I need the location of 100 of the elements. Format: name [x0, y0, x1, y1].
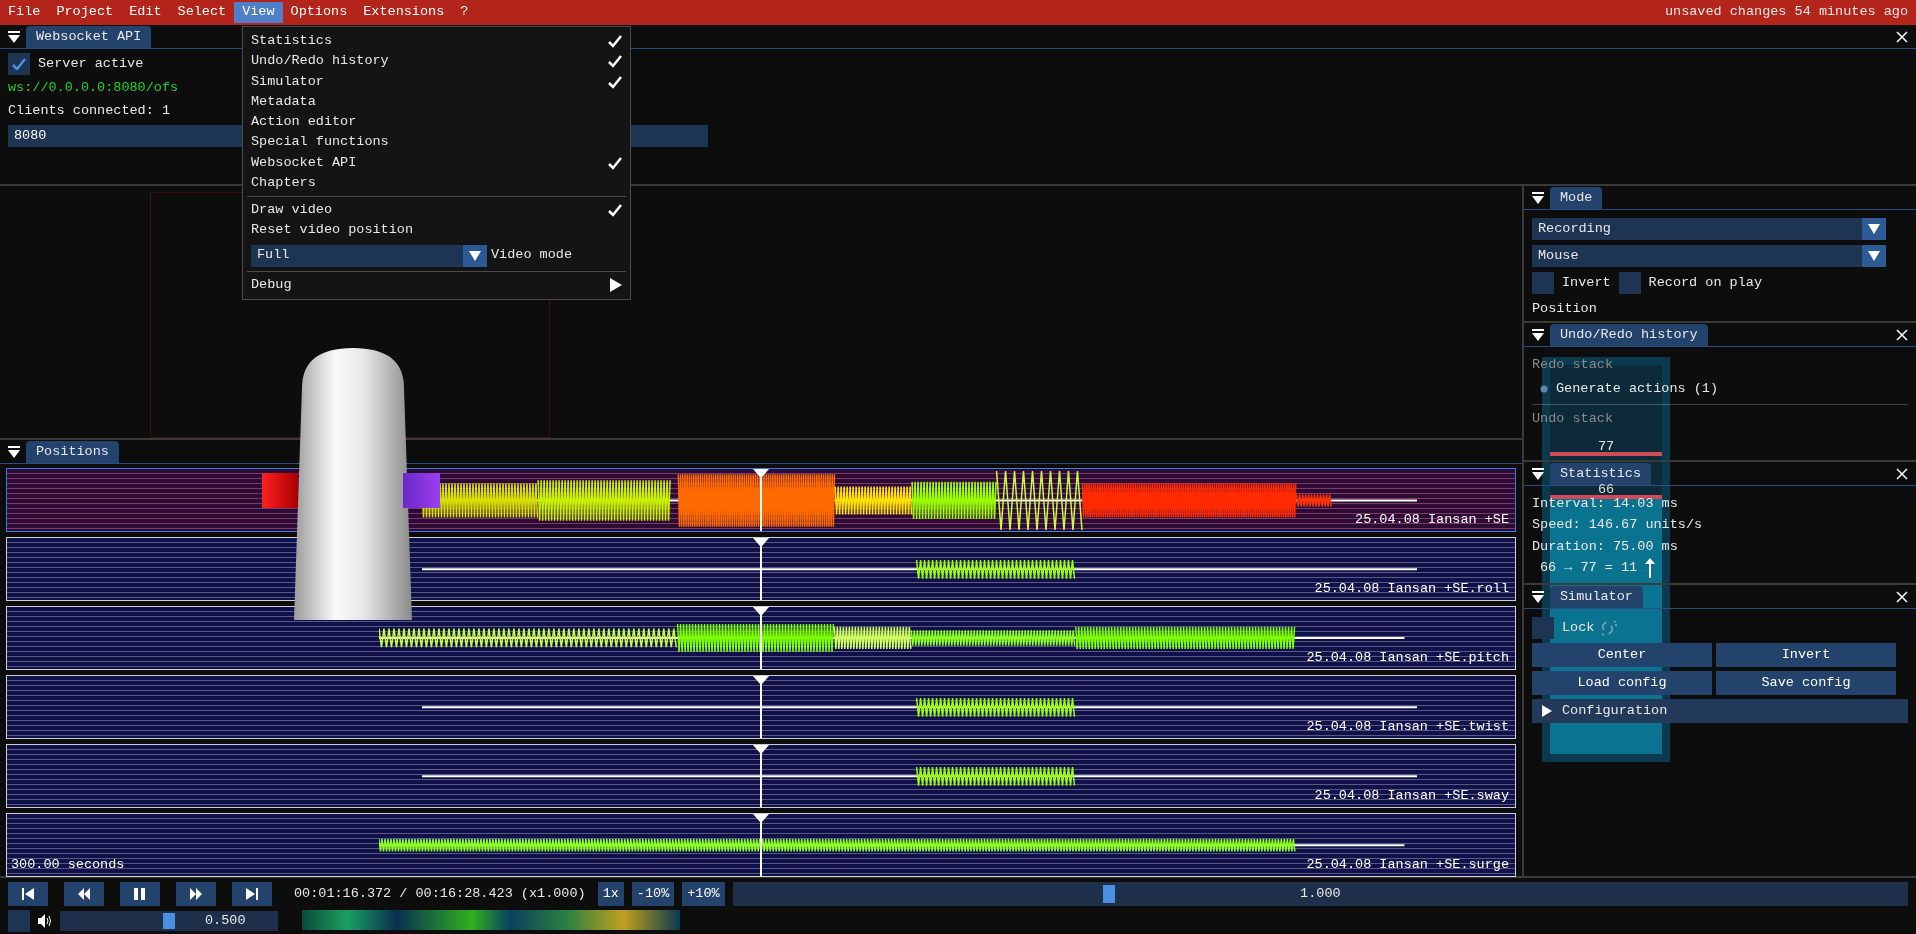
collapse-icon[interactable] — [1532, 590, 1544, 603]
menu-item[interactable]: Chapters — [243, 172, 630, 193]
timeline-track[interactable]: 25.04.08 Iansan +SE.sway — [6, 744, 1516, 808]
section-label: Undo stack — [1532, 409, 1614, 428]
dropdown-label: Video mode — [491, 246, 572, 265]
panel-tab[interactable]: Positions — [26, 441, 119, 463]
track-label: 25.04.08 Iansan +SE — [1355, 510, 1509, 529]
triangle-right-icon — [1542, 705, 1552, 717]
collapsing-header[interactable]: Configuration — [1532, 699, 1908, 723]
checkmark-icon — [12, 58, 26, 70]
video-mode-dropdown[interactable]: Full — [251, 244, 487, 267]
panel-tab[interactable]: Mode — [1550, 187, 1603, 209]
track-label: 25.04.08 Iansan +SE.surge — [1306, 855, 1509, 874]
checkmark-icon — [608, 203, 622, 218]
collapse-icon[interactable] — [8, 30, 20, 43]
checkbox-label[interactable]: Invert — [1562, 272, 1611, 294]
track-label: 25.04.08 Iansan +SE.twist — [1306, 717, 1509, 736]
slider-value: 0.500 — [205, 911, 246, 930]
checkmark-icon — [608, 155, 622, 170]
rewind-icon — [78, 888, 90, 900]
section-label: Position — [1532, 300, 1598, 318]
checkbox[interactable] — [1532, 272, 1554, 294]
section-label: Redo stack — [1532, 356, 1614, 374]
marker-label: 77 — [1597, 440, 1615, 454]
panel-button[interactable]: Center — [1532, 643, 1712, 667]
menu-item[interactable]: View — [234, 2, 283, 23]
mode-dropdown[interactable]: Recording — [1532, 218, 1886, 240]
panel-button[interactable]: Load config — [1532, 671, 1712, 695]
fast-forward-button[interactable] — [176, 882, 216, 906]
menu-item[interactable]: Project — [48, 2, 122, 23]
menu-item[interactable]: Action editor — [243, 112, 630, 133]
checkbox-label[interactable]: Server active — [38, 53, 144, 75]
checkbox-label[interactable]: Record on play — [1648, 272, 1763, 294]
volume-slider[interactable]: 0.500 — [60, 911, 278, 931]
menu-item[interactable]: Reset video position — [243, 220, 630, 241]
menu-item[interactable]: Debug — [243, 274, 630, 295]
menu-item[interactable]: ? — [452, 2, 477, 23]
collapse-icon[interactable] — [1532, 467, 1544, 480]
checkbox[interactable] — [8, 53, 30, 75]
menu-item[interactable]: Undo/Redo history — [243, 51, 630, 72]
speed-button[interactable]: 1x — [597, 882, 624, 906]
timeline-track[interactable]: 25.04.08 Iansan +SE.twist — [6, 675, 1516, 739]
pause-button[interactable] — [120, 882, 160, 906]
playhead-marker — [753, 469, 769, 531]
menu-item[interactable]: Websocket API — [243, 152, 630, 173]
menu-item[interactable]: Special functions — [243, 132, 630, 153]
collapse-icon[interactable] — [1532, 191, 1544, 204]
panel-tab[interactable]: Websocket API — [26, 26, 152, 48]
input-dropdown[interactable]: Mouse — [1532, 245, 1886, 267]
checkmark-icon — [608, 54, 622, 69]
close-icon[interactable] — [1896, 328, 1908, 341]
menu-item[interactable]: Metadata — [243, 91, 630, 112]
panel-tab[interactable]: Statistics — [1550, 463, 1651, 485]
menu-item[interactable]: Statistics — [243, 31, 630, 52]
checkbox-label[interactable]: Lock — [1562, 617, 1595, 639]
arrow-up-icon — [1645, 557, 1656, 578]
menu-item[interactable]: Select — [169, 2, 235, 23]
panel-button[interactable]: Invert — [1716, 643, 1896, 667]
collapse-icon[interactable] — [1532, 328, 1544, 341]
pause-icon — [134, 888, 146, 900]
url-text: ws://0.0.0.0:8080/ofs — [8, 79, 179, 97]
slider-thumb[interactable] — [163, 913, 175, 929]
close-icon[interactable] — [1896, 467, 1908, 480]
checkbox[interactable] — [1618, 272, 1641, 294]
bullet-icon — [1540, 385, 1548, 394]
menu-item[interactable]: Options — [282, 2, 356, 23]
skip-back-button[interactable] — [8, 882, 48, 906]
collapse-icon[interactable] — [8, 445, 20, 458]
triangle-down-icon — [469, 250, 481, 261]
speed-slider[interactable]: 1.000 — [732, 882, 1908, 906]
slider-thumb[interactable] — [1102, 885, 1115, 903]
history-item[interactable]: Generate actions (1) — [1556, 379, 1719, 400]
time-text: 00:01:16.372 / 00:16:28.423 (x1.000) — [294, 884, 586, 903]
playhead-marker — [753, 607, 769, 669]
broken-chain-icon — [1602, 620, 1619, 636]
timeline-track[interactable]: 300.00 seconds 25.04.08 Iansan +SE.surge — [6, 813, 1516, 877]
skip-forward-button[interactable] — [232, 882, 272, 906]
rewind-button[interactable] — [64, 882, 104, 906]
panel-tab[interactable]: Undo/Redo history — [1550, 324, 1708, 346]
menu-item[interactable]: Simulator — [243, 71, 630, 92]
triangle-down-icon — [1868, 224, 1880, 234]
checkbox[interactable] — [1532, 617, 1554, 639]
menu-item[interactable]: File — [0, 2, 49, 23]
menu-item[interactable]: Draw video — [243, 200, 630, 221]
speed-button[interactable]: +10% — [682, 882, 725, 906]
triangle-right-icon — [610, 277, 622, 292]
skip-forward-icon — [246, 888, 258, 900]
mute-toggle[interactable] — [8, 910, 30, 932]
close-icon[interactable] — [1896, 30, 1908, 43]
fast-forward-icon — [190, 888, 202, 900]
panel-tab[interactable]: Simulator — [1550, 586, 1643, 608]
track-label: 25.04.08 Iansan +SE.pitch — [1306, 648, 1509, 667]
value-change-text: 66 → 77 = 11 — [1540, 558, 1638, 577]
menu-item[interactable]: Edit — [121, 2, 170, 23]
panel-button[interactable]: Save config — [1716, 671, 1896, 695]
speed-button[interactable]: -10% — [631, 882, 675, 906]
close-icon[interactable] — [1896, 590, 1908, 603]
playhead-marker — [753, 745, 769, 807]
menu-item[interactable]: Extensions — [355, 2, 453, 23]
track-label: 25.04.08 Iansan +SE.sway — [1314, 786, 1509, 805]
